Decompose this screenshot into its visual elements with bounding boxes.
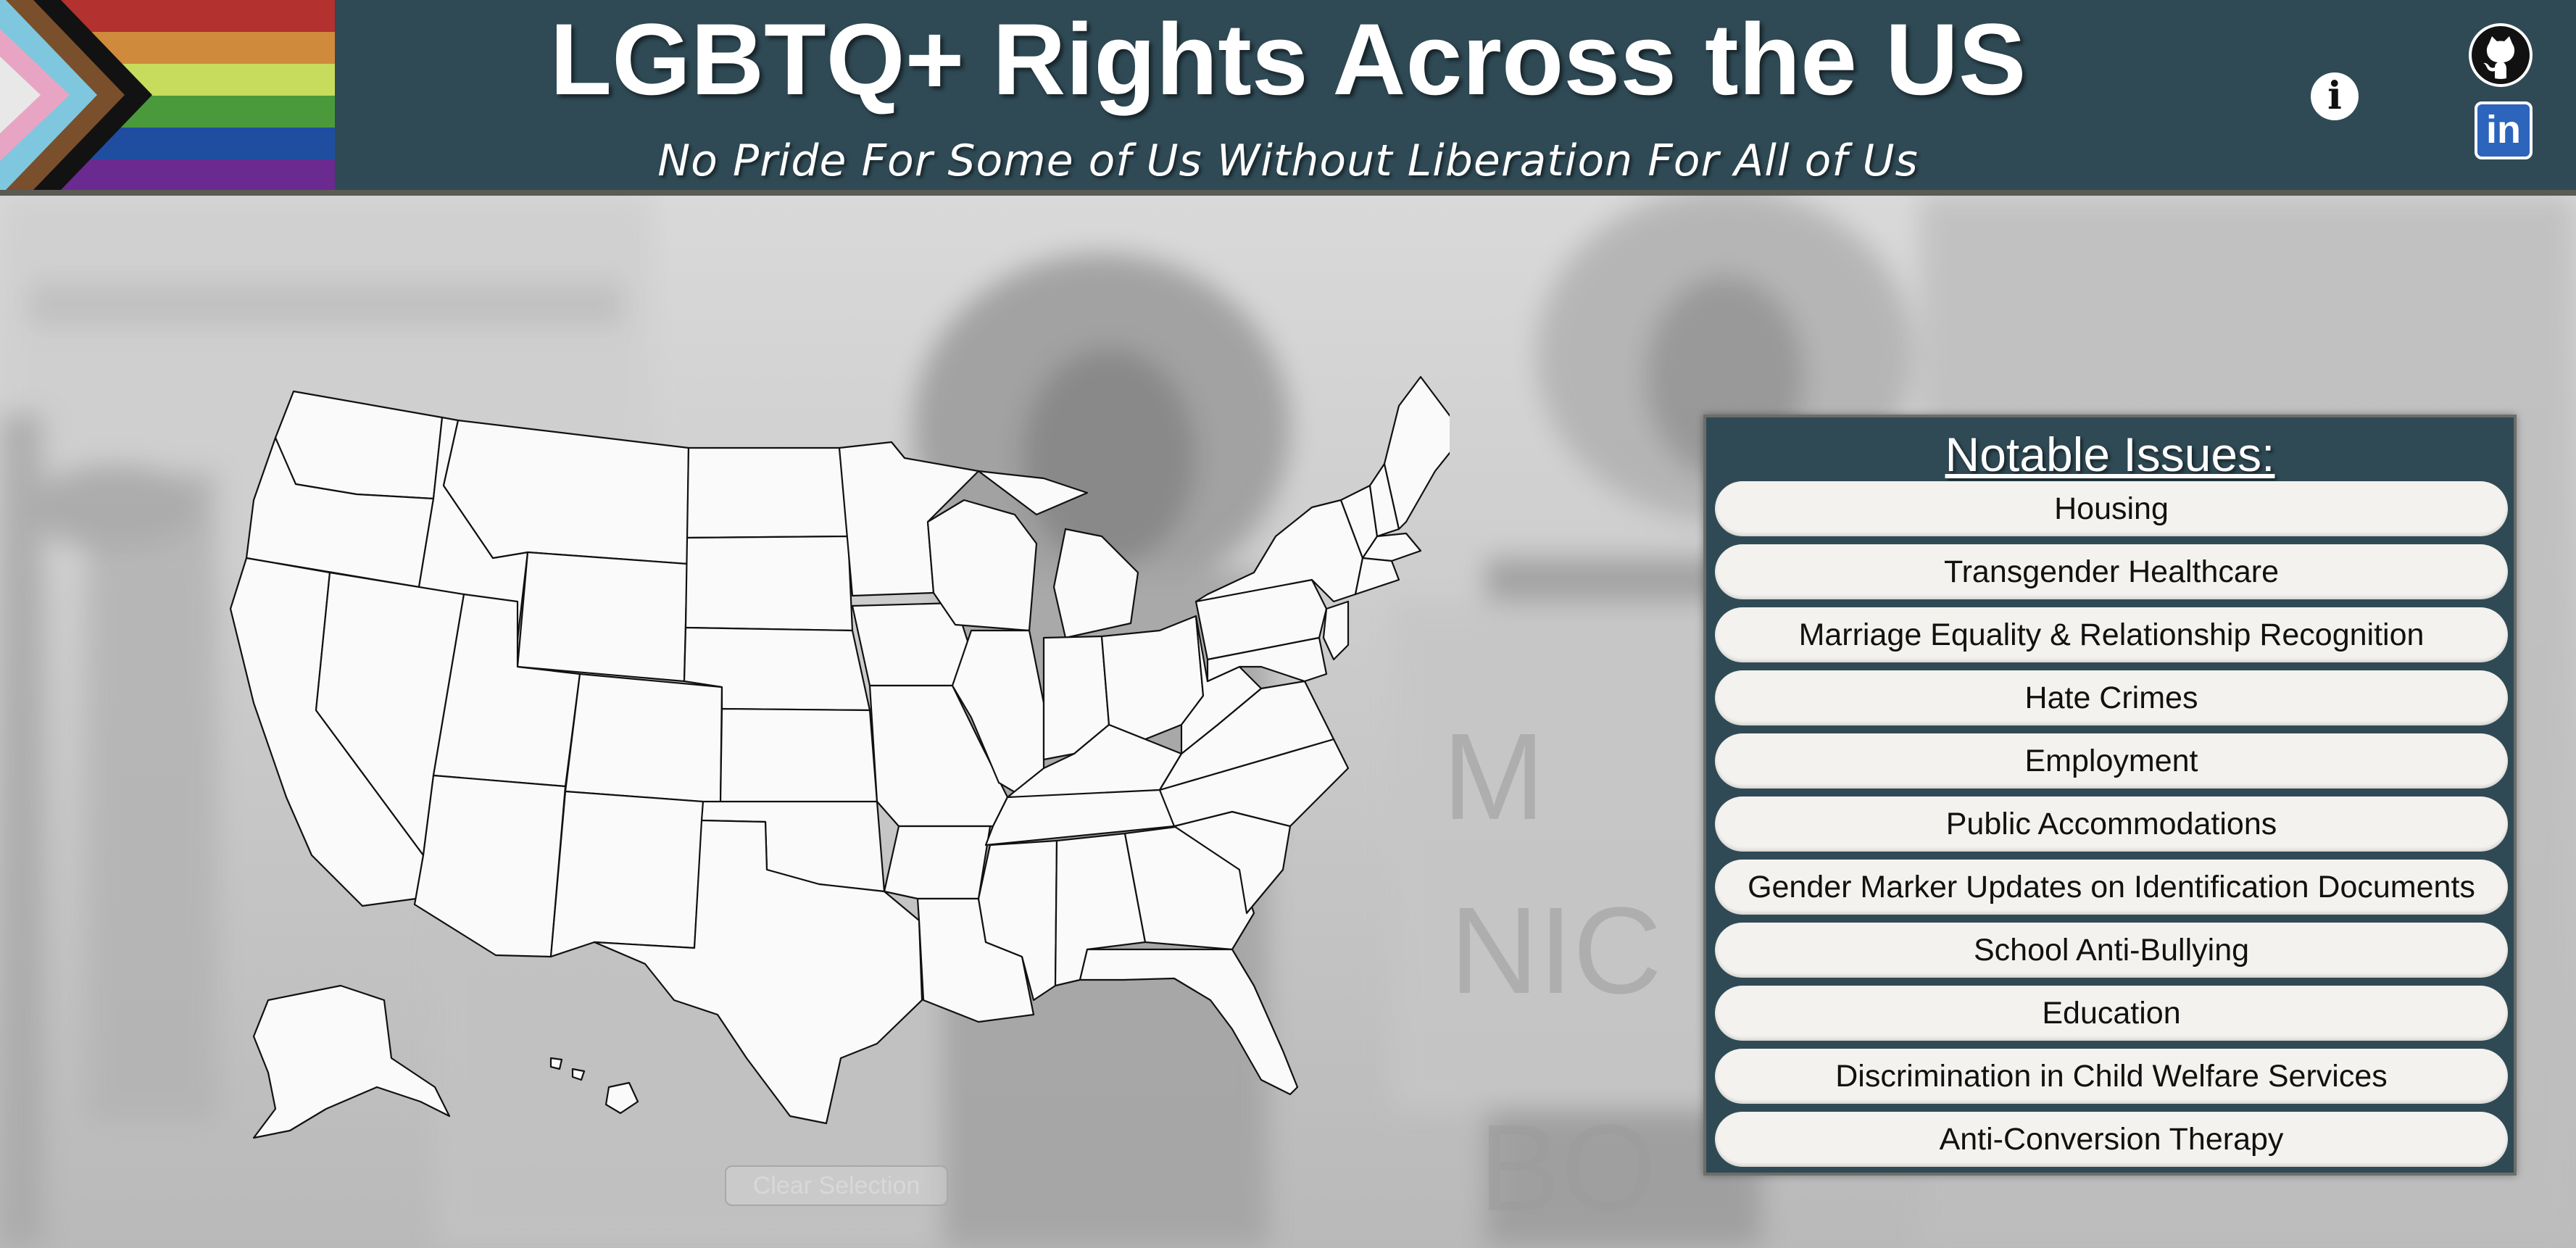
state-shapes[interactable] (229, 375, 1450, 1139)
clear-selection-button[interactable]: Clear Selection (725, 1165, 948, 1206)
state-arizona[interactable] (413, 774, 567, 958)
notable-issues-panel: Notable Issues: Housing Transgender Heal… (1703, 415, 2517, 1176)
info-icon: i (2327, 74, 2342, 118)
info-button[interactable]: i (2311, 72, 2359, 120)
issue-button-public-accommodations[interactable]: Public Accommodations (1715, 796, 2508, 852)
issue-button-child-welfare-discrimination[interactable]: Discrimination in Child Welfare Services (1715, 1049, 2508, 1104)
github-icon[interactable] (2467, 22, 2534, 88)
issue-button-anti-conversion-therapy[interactable]: Anti-Conversion Therapy (1715, 1112, 2508, 1167)
state-wyoming[interactable] (516, 551, 689, 683)
state-new-jersey[interactable] (1322, 600, 1350, 661)
page-subtitle: No Pride For Some of Us Without Liberati… (0, 132, 2576, 190)
issue-button-employment[interactable]: Employment (1715, 733, 2508, 789)
page-title-text: LGBTQ+ Rights Across the US (549, 2, 2027, 116)
issue-button-hate-crimes[interactable]: Hate Crimes (1715, 670, 2508, 725)
issue-button-education[interactable]: Education (1715, 986, 2508, 1041)
app-window: M NIC BO LGBTQ+ Rights Across the US No … (0, 0, 2576, 1248)
issue-button-marriage-equality[interactable]: Marriage Equality & Relationship Recogni… (1715, 607, 2508, 662)
page-title: LGBTQ+ Rights Across the US (0, 1, 2576, 117)
page-subtitle-text: No Pride For Some of Us Without Liberati… (657, 136, 1919, 186)
state-alaska[interactable] (252, 984, 451, 1139)
issue-button-school-anti-bullying[interactable]: School Anti-Bullying (1715, 923, 2508, 978)
state-north-dakota[interactable] (686, 446, 849, 539)
svg-text:M: M (1442, 708, 1545, 846)
state-connecticut[interactable] (1354, 557, 1400, 596)
linkedin-icon: in (2486, 108, 2521, 151)
state-washington[interactable] (274, 390, 444, 500)
svg-text:NIC: NIC (1450, 882, 1662, 1020)
state-maine[interactable] (1383, 375, 1450, 531)
state-colorado[interactable] (564, 673, 723, 804)
state-florida[interactable] (1079, 948, 1299, 1096)
state-arkansas[interactable] (883, 825, 992, 900)
panel-title: Notable Issues: (1945, 428, 2275, 481)
us-map[interactable] (145, 362, 1450, 1160)
state-new-mexico[interactable] (549, 790, 705, 958)
issue-button-transgender-healthcare[interactable]: Transgender Healthcare (1715, 544, 2508, 599)
header-bar: LGBTQ+ Rights Across the US No Pride For… (0, 0, 2576, 196)
linkedin-button[interactable]: in (2475, 101, 2533, 159)
state-south-dakota[interactable] (684, 535, 854, 632)
issue-button-housing[interactable]: Housing (1715, 481, 2508, 536)
state-new-york[interactable] (1194, 499, 1364, 603)
state-hawaii[interactable] (549, 1057, 639, 1115)
issue-button-gender-marker-updates[interactable]: Gender Marker Updates on Identification … (1715, 860, 2508, 915)
svg-text:BO: BO (1479, 1099, 1657, 1237)
state-kansas[interactable] (719, 707, 878, 804)
